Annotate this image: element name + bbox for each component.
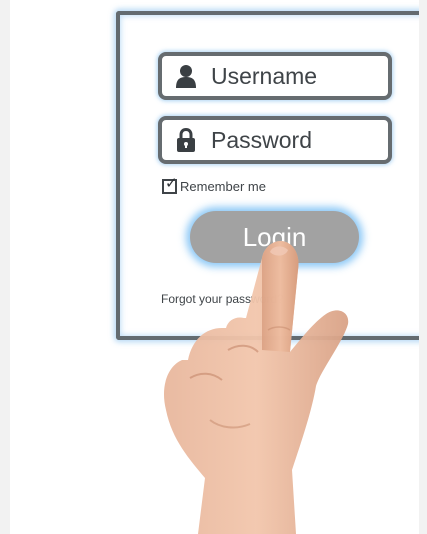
pointing-hand-image <box>164 240 349 534</box>
right-margin <box>419 0 427 534</box>
